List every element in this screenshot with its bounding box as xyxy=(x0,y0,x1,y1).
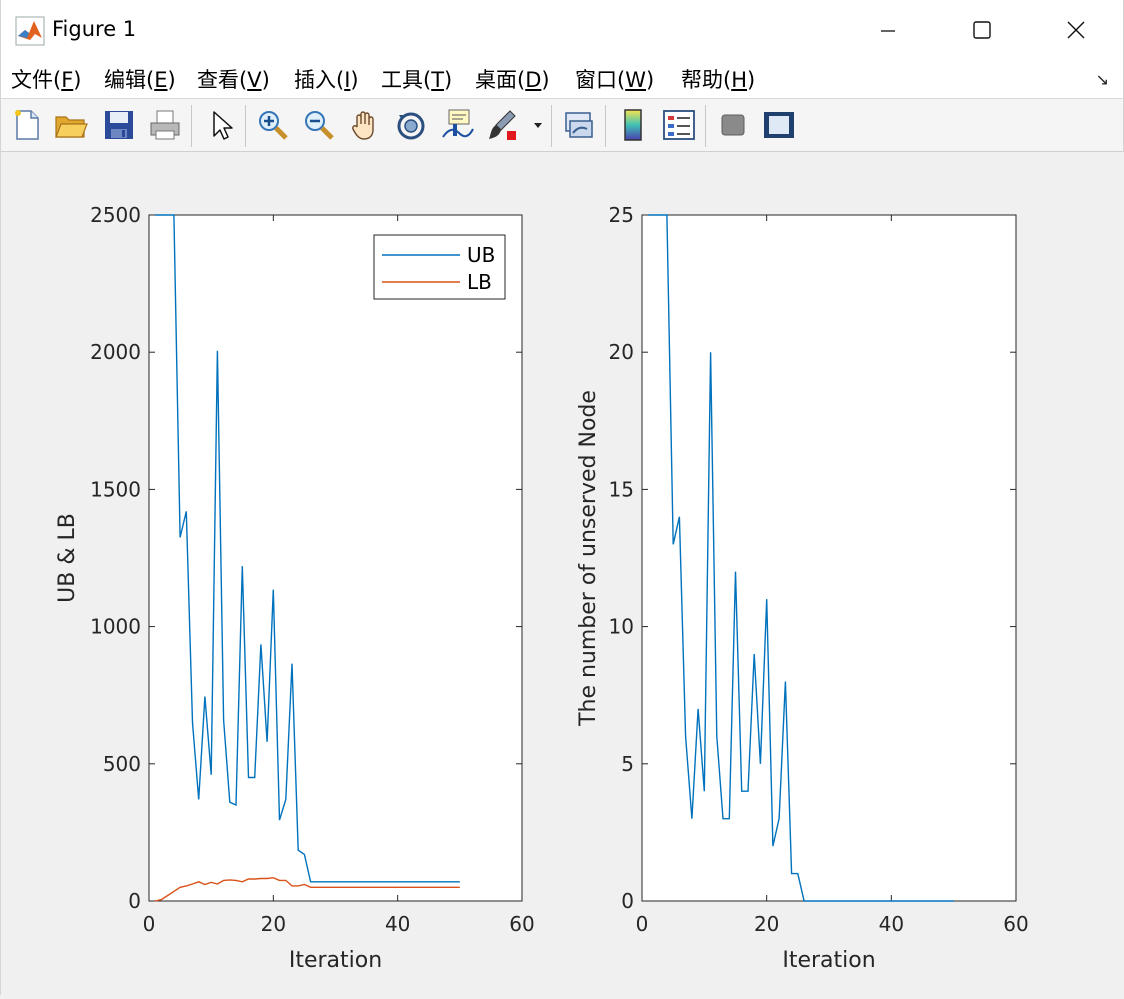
matlab-logo-icon xyxy=(15,16,45,46)
y-tick-label: 0 xyxy=(128,889,141,913)
legend-button[interactable] xyxy=(661,107,697,143)
toolbar-separator xyxy=(605,105,606,147)
y-axis-label: The number of unserved Node xyxy=(576,390,601,727)
y-tick-label: 15 xyxy=(609,477,634,501)
new-figure-button[interactable] xyxy=(9,107,45,143)
hide-plot-tools-icon xyxy=(721,114,745,136)
save-icon xyxy=(105,111,133,139)
link-plot-icon xyxy=(565,112,593,138)
show-plot-tools-icon xyxy=(764,112,794,138)
colorbar-icon xyxy=(624,109,642,141)
rotate-3d-button[interactable] xyxy=(393,107,429,143)
figure-canvas: 0 20 40 60 0 500 1000 1500 2000 2500 Iteration UB &… xyxy=(1,152,1124,995)
link-plot-button[interactable] xyxy=(561,107,597,143)
window-title: Figure 1 xyxy=(52,17,137,41)
save-button[interactable] xyxy=(101,107,137,143)
dock-arrow-icon[interactable]: ↘ xyxy=(1096,70,1109,89)
open-folder-icon xyxy=(55,116,88,138)
x-axis-label: Iteration xyxy=(289,948,382,973)
y-tick-label: 2500 xyxy=(90,203,141,227)
brush-button[interactable] xyxy=(485,107,521,143)
brush-icon xyxy=(489,110,516,140)
x-tick-label: 60 xyxy=(509,912,534,936)
pointer-icon xyxy=(213,111,233,140)
brush-dropdown-button[interactable] xyxy=(531,107,545,143)
print-icon xyxy=(150,110,180,140)
minimize-icon xyxy=(881,30,895,32)
show-plot-tools-button[interactable] xyxy=(761,107,797,143)
open-button[interactable] xyxy=(53,107,89,143)
y-tick-label: 20 xyxy=(609,340,634,364)
close-button[interactable] xyxy=(1053,12,1099,48)
y-tick-label: 1000 xyxy=(90,615,141,639)
axes-box-2 xyxy=(641,214,1017,902)
maximize-icon xyxy=(973,21,991,39)
y-tick-label: 0 xyxy=(621,889,634,913)
maximize-button[interactable] xyxy=(959,12,1005,48)
print-button[interactable] xyxy=(147,107,183,143)
data-cursor-button[interactable] xyxy=(439,107,475,143)
menu-desktop[interactable]: 桌面(D) xyxy=(475,64,550,94)
pan-button[interactable] xyxy=(347,107,383,143)
y-tick-label: 2000 xyxy=(90,340,141,364)
new-figure-icon xyxy=(15,110,39,140)
x-tick-label: 40 xyxy=(385,912,410,936)
minimize-button[interactable] xyxy=(865,12,911,48)
menu-file[interactable]: 文件(F) xyxy=(11,64,82,94)
y-tick-label: 25 xyxy=(609,203,634,227)
x-tick-label: 60 xyxy=(1003,912,1028,936)
x-axis-label: Iteration xyxy=(782,948,875,973)
figure-window: Figure 1 文件(F) 编辑(E) 查看(V) 插入(I) 工具(T) 桌… xyxy=(0,0,1124,995)
y-tick-label: 5 xyxy=(621,752,634,776)
axes-box-1 xyxy=(148,214,523,902)
zoom-out-button[interactable] xyxy=(301,107,337,143)
rotate-3d-icon xyxy=(397,112,425,140)
toolbar-separator xyxy=(245,105,246,147)
menu-window[interactable]: 窗口(W) xyxy=(575,64,654,94)
toolbar-separator xyxy=(191,105,192,147)
menu-bar: 文件(F) 编辑(E) 查看(V) 插入(I) 工具(T) 桌面(D) 窗口(W… xyxy=(1,60,1123,98)
pan-hand-icon xyxy=(352,111,374,140)
x-tick-label: 20 xyxy=(261,912,286,936)
menu-tools[interactable]: 工具(T) xyxy=(381,64,452,94)
zoom-in-icon xyxy=(259,111,288,140)
close-icon xyxy=(1067,21,1085,39)
menu-edit[interactable]: 编辑(E) xyxy=(104,64,176,94)
y-tick-label: 10 xyxy=(609,615,634,639)
zoom-out-icon xyxy=(305,111,334,140)
title-bar[interactable]: Figure 1 xyxy=(1,0,1123,60)
toolbar-separator xyxy=(551,105,552,147)
y-tick-label: 500 xyxy=(103,752,141,776)
menu-insert[interactable]: 插入(I) xyxy=(294,64,359,94)
data-cursor-icon xyxy=(442,109,474,138)
x-tick-label: 0 xyxy=(636,912,649,936)
legend-label-lb: LB xyxy=(467,270,492,294)
figure-toolbar xyxy=(1,98,1123,152)
menu-help[interactable]: 帮助(H) xyxy=(681,64,755,94)
x-tick-label: 0 xyxy=(143,912,156,936)
zoom-in-button[interactable] xyxy=(255,107,291,143)
toolbar-separator xyxy=(705,105,706,147)
edit-plot-button[interactable] xyxy=(203,107,239,143)
chevron-down-icon xyxy=(534,123,542,128)
legend-icon xyxy=(663,110,695,140)
y-tick-label: 1500 xyxy=(90,477,141,501)
x-tick-label: 20 xyxy=(754,912,779,936)
hide-plot-tools-button[interactable] xyxy=(715,107,751,143)
legend-label-ub: UB xyxy=(467,243,495,267)
plots-svg: 0 20 40 6005001000150020002500IterationUB &… xyxy=(55,203,1029,973)
menu-view[interactable]: 查看(V) xyxy=(197,64,270,94)
y-axis-label: UB & LB xyxy=(55,513,80,603)
colorbar-button[interactable] xyxy=(615,107,651,143)
x-tick-label: 40 xyxy=(879,912,904,936)
